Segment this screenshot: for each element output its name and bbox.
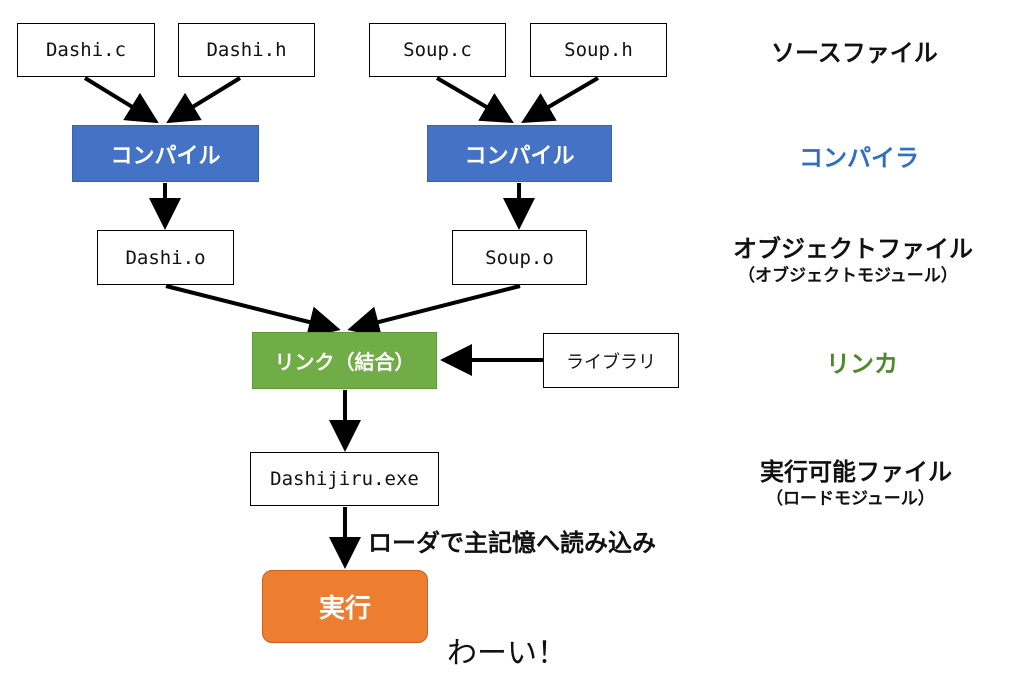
file-dashi-c: Dashi.c [17,23,155,77]
label-loader: ローダで主記憶へ読み込み [368,529,656,557]
file-dashi-h: Dashi.h [178,23,315,77]
arrow-dashi-o [165,284,341,338]
arrow-soup-h [521,76,600,124]
library-box: ライブラリ [543,333,679,388]
label-linker: リンカ [826,350,898,378]
file-dashi-o: Dashi.o [97,230,234,285]
compile-left-box: コンパイル [72,125,259,182]
label-yay: わーい！ [447,636,567,671]
arrow-dashi-c [83,76,159,124]
label-compiler: コンパイラ [799,144,919,172]
file-soup-h: Soup.h [530,23,667,77]
arrow-soup-c [435,76,514,124]
label-source: ソースファイル [771,39,938,67]
arrows-layer [83,76,600,569]
link-box: リンク（結合） [252,332,437,389]
file-exe: Dashijiru.exe [250,452,439,506]
label-object-sub: （オブジェクトモジュール） [738,266,958,286]
arrow-soup-o [347,284,521,338]
label-executable: 実行可能ファイル [760,458,952,486]
arrow-dashi-h [166,76,242,124]
label-executable-sub: （ロードモジュール） [766,489,935,509]
file-soup-o: Soup.o [452,230,587,285]
label-object: オブジェクトファイル [733,235,973,263]
file-soup-c: Soup.c [369,23,506,77]
run-box: 実行 [262,570,428,643]
compile-right-box: コンパイル [427,125,612,182]
